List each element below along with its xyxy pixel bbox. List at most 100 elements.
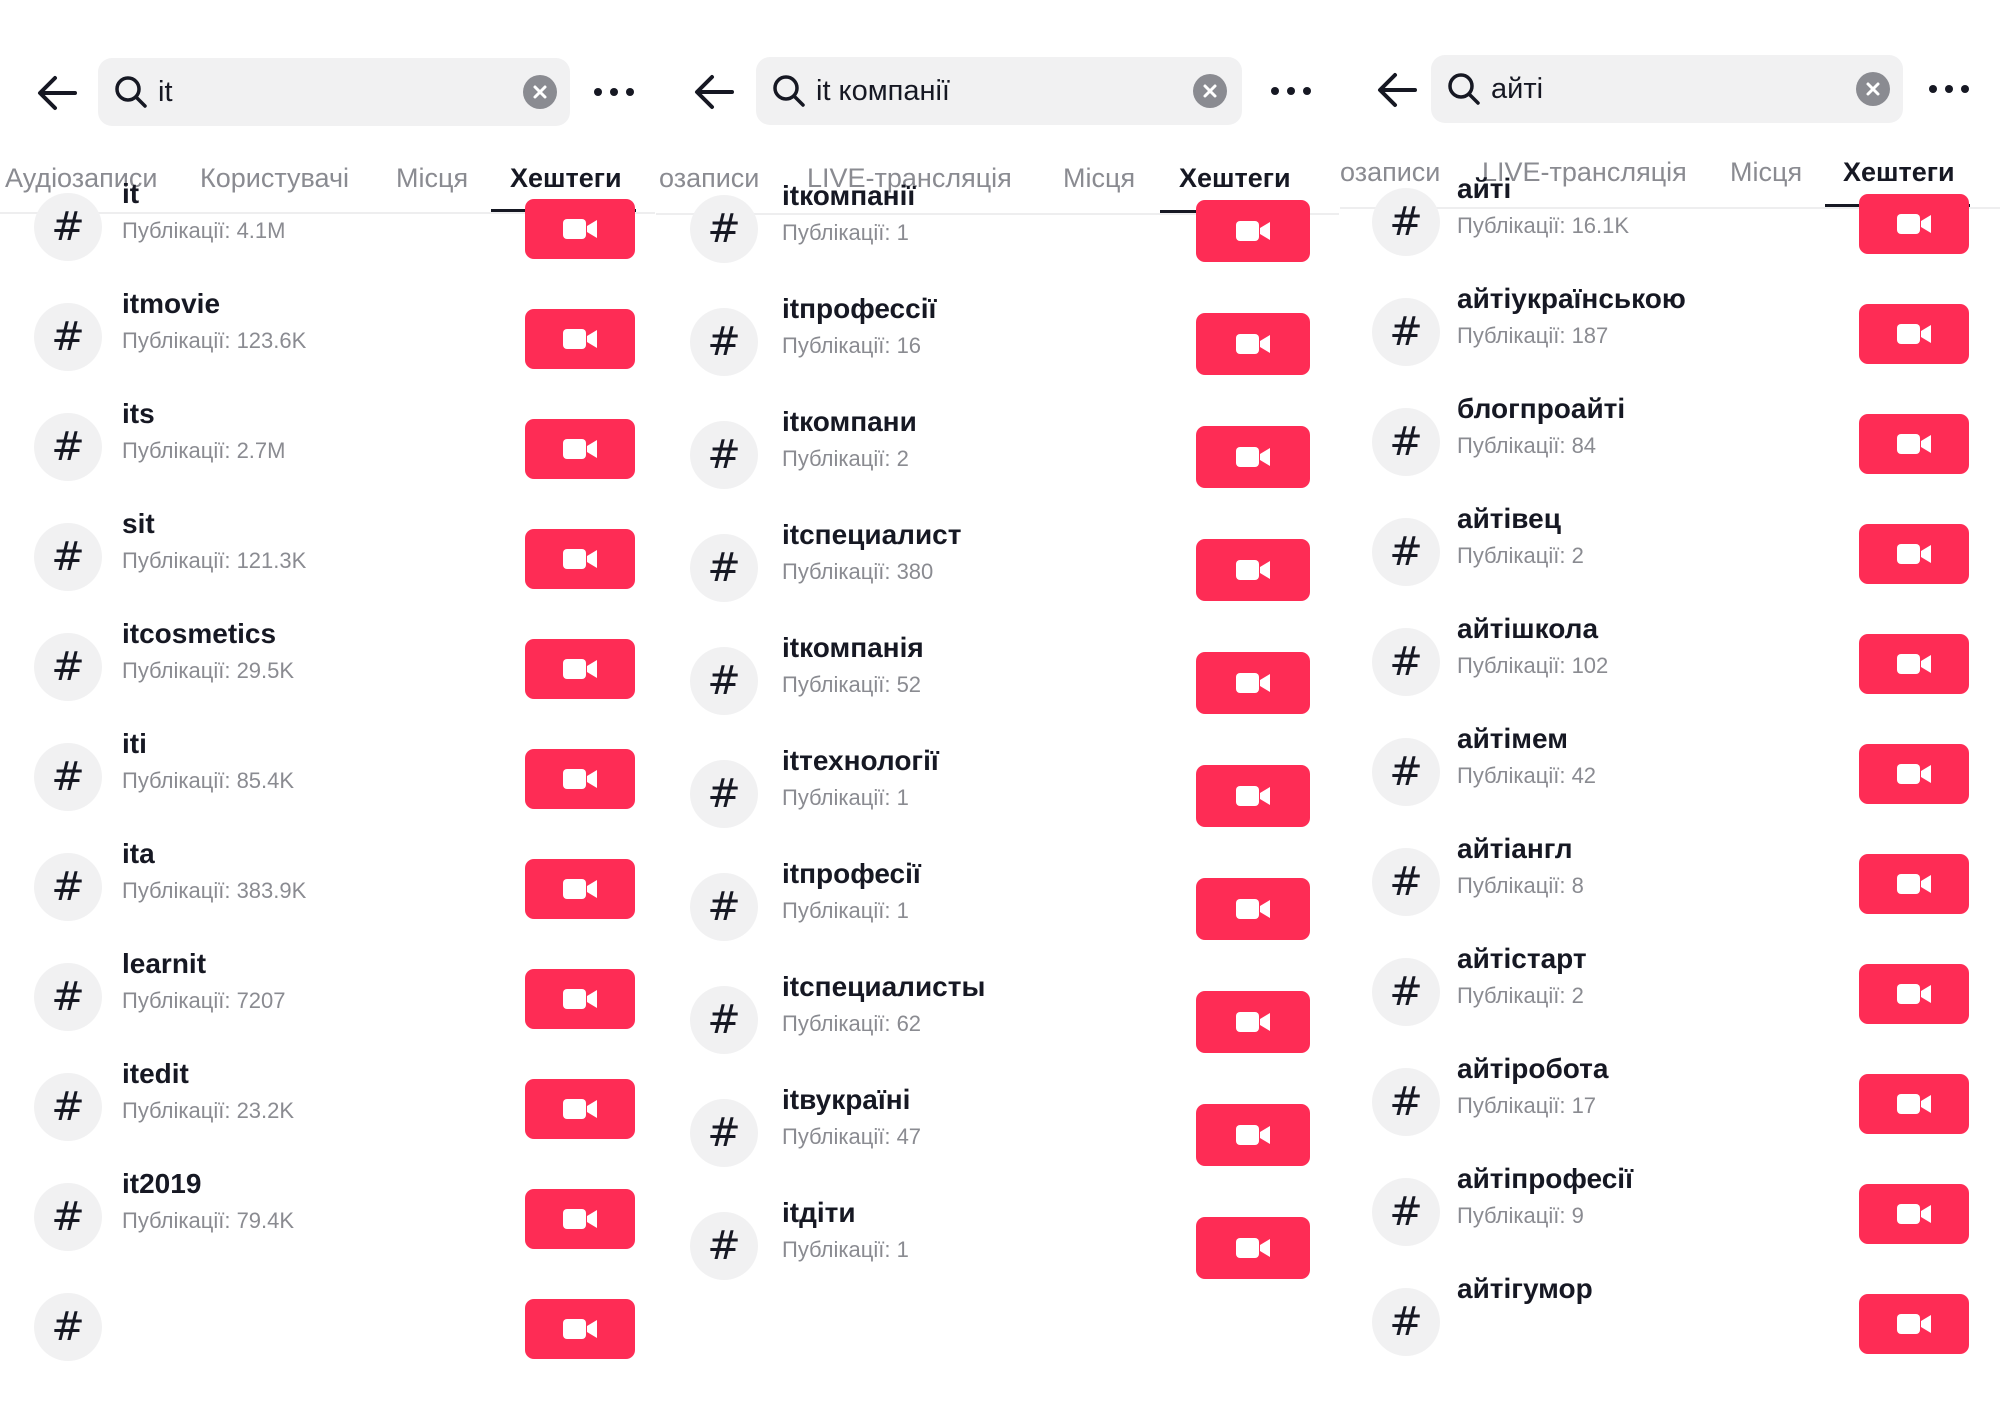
hashtag-icon: # [1372, 298, 1440, 366]
record-video-button[interactable] [1196, 426, 1310, 488]
hashtag-row[interactable]: # айтівец Публікації: 2 [1340, 503, 2000, 622]
record-video-button[interactable] [525, 639, 635, 699]
hashtag-icon: # [34, 1073, 102, 1141]
hashtag-row[interactable]: # iti Публікації: 85.4K [0, 728, 655, 847]
video-camera-icon [1896, 982, 1932, 1006]
video-camera-icon [562, 987, 598, 1011]
hashtag-name: айті [1457, 173, 1512, 204]
more-options-button[interactable] [1261, 73, 1321, 109]
hashtag-row[interactable]: # блогпроайті Публікації: 84 [1340, 393, 2000, 512]
back-button[interactable] [1370, 63, 1424, 117]
clear-button[interactable] [523, 75, 557, 109]
more-options-button[interactable] [584, 74, 644, 110]
search-panel-it: it Аудіозаписи Користувачі Місця Хештеги… [0, 0, 655, 1365]
hashtag-row[interactable]: # айтістарт Публікації: 2 [1340, 943, 2000, 1062]
record-video-button[interactable] [525, 529, 635, 589]
hashtag-row[interactable]: # itкомпанія Публікації: 52 [656, 632, 1339, 751]
hashtag-icon: # [34, 1183, 102, 1251]
more-options-button[interactable] [1919, 71, 1979, 107]
hashtag-post-count: Публікації: 84 [1457, 433, 1597, 458]
hashtag-name: sit [122, 508, 155, 539]
hashtag-row[interactable]: # itспециалисты Публікації: 62 [656, 971, 1339, 1090]
record-video-button[interactable] [525, 1299, 635, 1359]
hashtag-row[interactable]: # itedit Публікації: 23.2K [0, 1058, 655, 1177]
back-button[interactable] [30, 66, 84, 120]
record-video-button[interactable] [525, 969, 635, 1029]
hashtag-row[interactable]: # айті Публікації: 16.1K [1340, 173, 2000, 292]
hashtag-icon: # [34, 963, 102, 1031]
hashtag-icon: # [690, 986, 758, 1054]
record-video-button[interactable] [1196, 878, 1310, 940]
record-video-button[interactable] [1859, 304, 1969, 364]
record-video-button[interactable] [1859, 414, 1969, 474]
record-video-button[interactable] [1196, 991, 1310, 1053]
record-video-button[interactable] [1196, 652, 1310, 714]
record-video-button[interactable] [1859, 1184, 1969, 1244]
hashtag-icon: # [1372, 1288, 1440, 1356]
hashtag-row[interactable]: # itкомпани Публікації: 2 [656, 406, 1339, 525]
hashtag-row[interactable]: # itдіти Публікації: 1 [656, 1197, 1339, 1316]
hashtag-row[interactable]: # itтехнології Публікації: 1 [656, 745, 1339, 864]
record-video-button[interactable] [1859, 964, 1969, 1024]
record-video-button[interactable] [1859, 1294, 1969, 1354]
record-video-button[interactable] [525, 199, 635, 259]
hashtag-icon: # [1372, 518, 1440, 586]
hashtag-row[interactable]: # айтіукраїнською Публікації: 187 [1340, 283, 2000, 402]
hashtag-row[interactable]: # itпрофессії Публікації: 16 [656, 293, 1339, 412]
record-video-button[interactable] [1196, 313, 1310, 375]
record-video-button[interactable] [525, 749, 635, 809]
hashtag-name: it [122, 178, 140, 209]
record-video-button[interactable] [525, 1189, 635, 1249]
record-video-button[interactable] [1859, 1074, 1969, 1134]
hashtag-post-count: Публікації: 187 [1457, 323, 1609, 348]
clear-button[interactable] [1856, 72, 1890, 106]
record-video-button[interactable] [525, 419, 635, 479]
video-camera-icon [1235, 1010, 1271, 1034]
record-video-button[interactable] [1196, 539, 1310, 601]
record-video-button[interactable] [525, 1079, 635, 1139]
record-video-button[interactable] [1859, 854, 1969, 914]
clear-button[interactable] [1193, 74, 1227, 108]
hashtag-row[interactable]: # айтімем Публікації: 42 [1340, 723, 2000, 842]
record-video-button[interactable] [525, 309, 635, 369]
hashtag-row[interactable]: # it Публікації: 4.1M [0, 178, 655, 297]
hashtag-row[interactable]: # itmovie Публікації: 123.6K [0, 288, 655, 407]
hashtag-row[interactable]: # айтіробота Публікації: 17 [1340, 1053, 2000, 1172]
hashtag-post-count: Публікації: 2 [1457, 543, 1584, 568]
record-video-button[interactable] [1196, 765, 1310, 827]
hashtag-icon: # [1372, 408, 1440, 476]
back-button[interactable] [687, 65, 741, 119]
hashtag-post-count: Публікації: 380 [782, 559, 934, 584]
record-video-button[interactable] [525, 859, 635, 919]
record-video-button[interactable] [1859, 634, 1969, 694]
record-video-button[interactable] [1196, 1104, 1310, 1166]
hashtag-row[interactable]: # itвукраїні Публікації: 47 [656, 1084, 1339, 1203]
search-input[interactable]: it [98, 58, 570, 126]
hashtag-row[interactable]: # itпрофесії Публікації: 1 [656, 858, 1339, 977]
hashtag-row[interactable]: # learnit Публікації: 7207 [0, 948, 655, 1067]
video-camera-icon [1896, 1202, 1932, 1226]
hashtag-row[interactable]: # айтіпрофесії Публікації: 9 [1340, 1163, 2000, 1282]
record-video-button[interactable] [1859, 194, 1969, 254]
search-input[interactable]: айті [1431, 55, 1903, 123]
top-bar: it [0, 58, 655, 128]
clear-x-icon [1203, 84, 1217, 98]
hashtag-row[interactable]: # itспециалист Публікації: 380 [656, 519, 1339, 638]
hashtag-row[interactable]: # its Публікації: 2.7M [0, 398, 655, 517]
hashtag-row[interactable]: # ita Публікації: 383.9K [0, 838, 655, 957]
hashtag-row[interactable]: # айтіангл Публікації: 8 [1340, 833, 2000, 952]
hashtag-row[interactable]: # айтігумор [1340, 1273, 2000, 1365]
hashtag-row[interactable]: # itcosmetics Публікації: 29.5K [0, 618, 655, 737]
record-video-button[interactable] [1196, 200, 1310, 262]
hashtag-row[interactable]: # itкомпанії Публікації: 1 [656, 180, 1339, 299]
record-video-button[interactable] [1859, 524, 1969, 584]
search-input[interactable]: it компанії [756, 57, 1242, 125]
hashtag-row[interactable]: # [0, 1287, 655, 1365]
hashtag-icon: # [690, 308, 758, 376]
hashtag-row[interactable]: # sit Публікації: 121.3K [0, 508, 655, 627]
record-video-button[interactable] [1859, 744, 1969, 804]
record-video-button[interactable] [1196, 1217, 1310, 1279]
hashtag-name: айтігумор [1457, 1273, 1593, 1304]
hashtag-row[interactable]: # айтішкола Публікації: 102 [1340, 613, 2000, 732]
hashtag-row[interactable]: # it2019 Публікації: 79.4K [0, 1168, 655, 1287]
